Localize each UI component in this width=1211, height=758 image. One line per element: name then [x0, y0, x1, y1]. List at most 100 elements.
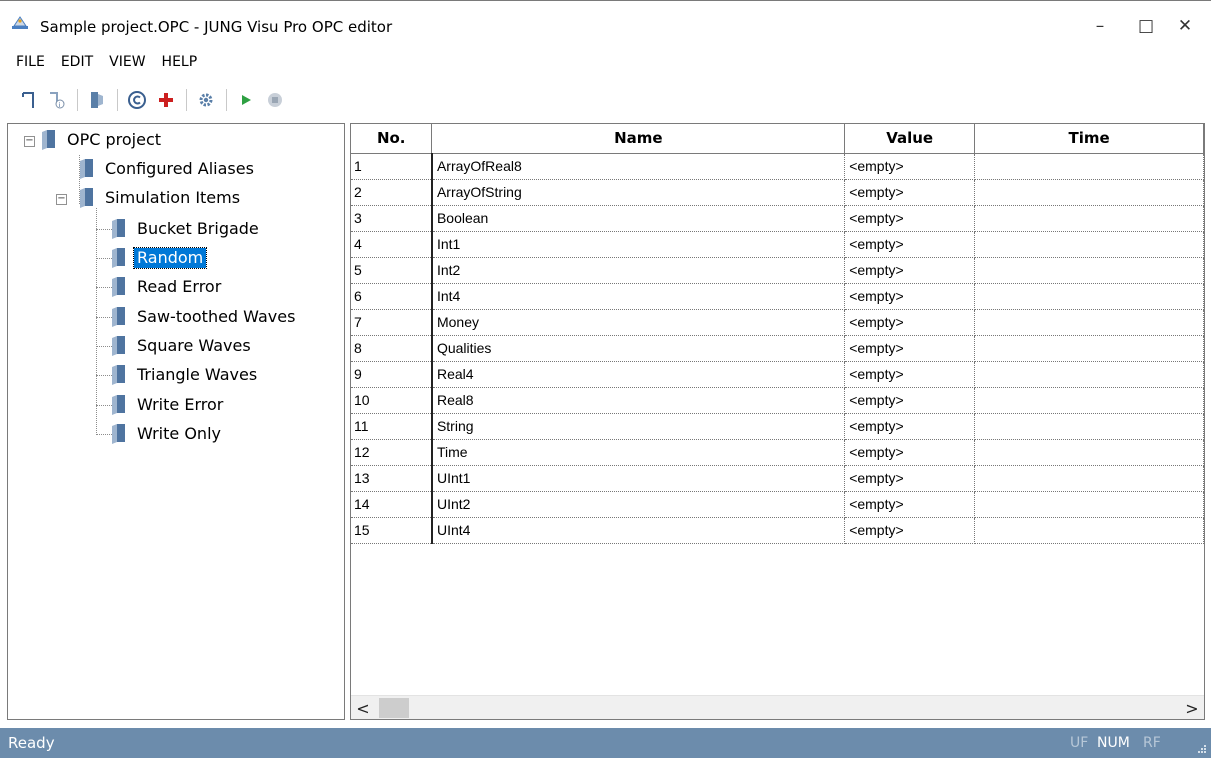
table-row[interactable]: 3 Boolean <empty> — [351, 205, 1204, 232]
copyright-icon[interactable] — [124, 87, 150, 113]
book-icon — [42, 130, 55, 150]
table-row[interactable]: 10 Real8 <empty> — [351, 387, 1204, 414]
table-row[interactable]: 9 Real4 <empty> — [351, 361, 1204, 388]
table-row[interactable]: 11 String <empty> — [351, 413, 1204, 440]
scroll-thumb[interactable] — [379, 698, 409, 718]
collapse-simulation-toggle[interactable]: − — [56, 194, 67, 205]
table-row[interactable]: 7 Money <empty> — [351, 309, 1204, 336]
table-header-row: No. Name Value Time — [351, 124, 1204, 154]
cell-name: Boolean — [431, 205, 846, 232]
table-row[interactable]: 5 Int2 <empty> — [351, 257, 1204, 284]
menu-help[interactable]: HELP — [154, 47, 206, 77]
tree-label-simulation-items: Simulation Items — [105, 188, 241, 207]
tree-node-write-only[interactable]: Write Only — [111, 423, 224, 445]
tree-connector — [96, 229, 112, 230]
tree-connector — [96, 208, 97, 435]
minimize-button[interactable]: – — [1087, 13, 1113, 39]
cell-time — [974, 491, 1204, 518]
cell-no: 6 — [351, 283, 433, 310]
column-header-value[interactable]: Value — [844, 124, 976, 154]
tree-label-configured-aliases: Configured Aliases — [105, 159, 254, 178]
scroll-left-button[interactable]: < — [351, 696, 375, 719]
cell-value: <empty> — [844, 309, 976, 336]
add-red-cross-icon[interactable] — [153, 87, 179, 113]
table-row[interactable]: 1 ArrayOfReal8 <empty> — [351, 153, 1204, 180]
column-header-time[interactable]: Time — [974, 124, 1204, 154]
new-item-icon[interactable] — [15, 87, 41, 113]
toolbar: i — [0, 84, 1211, 116]
cell-name: ArrayOfReal8 — [431, 153, 846, 180]
project-tree[interactable]: − OPC project Configured Aliases − Simul… — [7, 123, 345, 720]
cell-value: <empty> — [844, 257, 976, 284]
items-grid[interactable]: No. Name Value Time 1 ArrayOfReal8 <empty>… — [350, 123, 1205, 720]
tree-node-square-waves[interactable]: Square Waves — [111, 335, 254, 357]
table-row[interactable]: 15 UInt4 <empty> — [351, 517, 1204, 544]
tree-node-triangle-waves[interactable]: Triangle Waves — [111, 364, 260, 386]
table-row[interactable]: 2 ArrayOfString <empty> — [351, 179, 1204, 206]
column-header-name[interactable]: Name — [431, 124, 846, 154]
indicator-num: NUM — [1097, 735, 1130, 751]
close-button[interactable]: ✕ — [1172, 13, 1198, 39]
tree-node-bucket-brigade[interactable]: Bucket Brigade — [111, 218, 262, 240]
cell-time — [974, 231, 1204, 258]
table-row[interactable]: 8 Qualities <empty> — [351, 335, 1204, 362]
cell-name: Time — [431, 439, 846, 466]
cell-value: <empty> — [844, 283, 976, 310]
cell-no: 3 — [351, 205, 433, 232]
cell-time — [974, 517, 1204, 544]
cell-time — [974, 205, 1204, 232]
cell-name: UInt1 — [431, 465, 846, 492]
toolbar-separator — [77, 89, 78, 111]
exit-door-icon[interactable] — [84, 87, 110, 113]
cell-no: 1 — [351, 153, 433, 180]
cell-value: <empty> — [844, 465, 976, 492]
menu-view[interactable]: VIEW — [101, 47, 153, 77]
book-icon — [80, 188, 93, 208]
table-row[interactable]: 12 Time <empty> — [351, 439, 1204, 466]
menu-file[interactable]: FILE — [8, 47, 53, 77]
column-header-no[interactable]: No. — [351, 124, 433, 154]
tree-connector — [96, 346, 112, 347]
cell-name: Qualities — [431, 335, 846, 362]
book-icon — [112, 248, 125, 268]
scroll-right-button[interactable]: > — [1180, 696, 1204, 719]
cell-time — [974, 179, 1204, 206]
tree-node-write-error[interactable]: Write Error — [111, 394, 226, 416]
tree-node-read-error[interactable]: Read Error — [111, 276, 224, 298]
cell-value: <empty> — [844, 205, 976, 232]
table-row[interactable]: 14 UInt2 <empty> — [351, 491, 1204, 518]
cell-name: Int4 — [431, 283, 846, 310]
tree-node-random[interactable]: Random — [111, 247, 208, 269]
play-icon[interactable] — [233, 87, 259, 113]
cell-value: <empty> — [844, 335, 976, 362]
tree-label-random: Random — [132, 247, 208, 269]
table-row[interactable]: 4 Int1 <empty> — [351, 231, 1204, 258]
table-row[interactable]: 13 UInt1 <empty> — [351, 465, 1204, 492]
resize-grip-icon[interactable] — [1196, 743, 1206, 753]
collapse-root-toggle[interactable]: − — [24, 136, 35, 147]
stop-icon[interactable] — [262, 87, 288, 113]
maximize-button[interactable]: □ — [1133, 13, 1159, 39]
horizontal-scrollbar[interactable]: < > — [351, 695, 1204, 719]
tree-node-saw-toothed-waves[interactable]: Saw-toothed Waves — [111, 306, 298, 328]
book-icon — [112, 336, 125, 356]
tree-label-saw-toothed-waves: Saw-toothed Waves — [137, 307, 296, 326]
app-logo-icon[interactable] — [11, 13, 29, 31]
cell-no: 13 — [351, 465, 433, 492]
items-table: No. Name Value Time 1 ArrayOfReal8 <empty>… — [351, 124, 1204, 544]
cell-value: <empty> — [844, 361, 976, 388]
tree-node-configured-aliases[interactable]: Configured Aliases — [79, 158, 257, 180]
cell-value: <empty> — [844, 491, 976, 518]
tree-connector — [96, 258, 112, 259]
table-row[interactable]: 6 Int4 <empty> — [351, 283, 1204, 310]
cell-name: ArrayOfString — [431, 179, 846, 206]
cell-no: 10 — [351, 387, 433, 414]
tree-label-write-only: Write Only — [137, 424, 221, 443]
settings-gear-icon[interactable] — [193, 87, 219, 113]
tree-node-simulation-items[interactable]: Simulation Items — [79, 187, 243, 209]
cell-name: Int2 — [431, 257, 846, 284]
tree-node-opc-project[interactable]: OPC project — [41, 129, 164, 151]
menu-edit[interactable]: EDIT — [53, 47, 101, 77]
item-info-icon[interactable]: i — [44, 87, 70, 113]
cell-no: 11 — [351, 413, 433, 440]
